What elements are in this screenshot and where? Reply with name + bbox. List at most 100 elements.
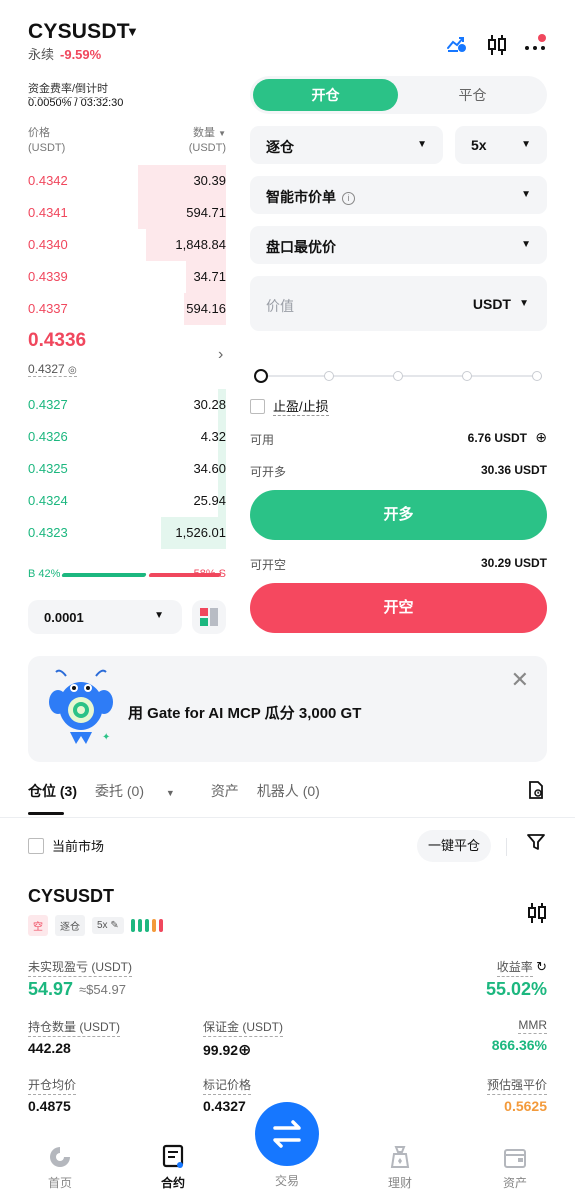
position-symbol[interactable]: CYSUSDT xyxy=(28,886,114,907)
slider-handle[interactable] xyxy=(254,369,268,383)
sell-ratio: 58% S xyxy=(193,568,226,580)
funding-label[interactable]: 资金费率/倒计时 xyxy=(28,80,109,98)
bid-row[interactable]: 0.4327 30.28 xyxy=(28,389,226,421)
leverage-select[interactable]: 5x ▼ xyxy=(455,126,547,164)
orderbook-layout-button[interactable] xyxy=(192,600,226,634)
refresh-icon[interactable]: ↻ xyxy=(536,959,547,974)
current-market-filter[interactable]: 当前市场 xyxy=(28,836,104,855)
slider-stop[interactable] xyxy=(462,371,472,381)
qty-dropdown-icon[interactable]: ▼ xyxy=(218,129,226,138)
trend-icon[interactable] xyxy=(446,34,468,59)
tab-open-position[interactable]: 开仓 xyxy=(253,79,398,111)
position-margin: 保证金 (USDT) 99.92⊕ xyxy=(203,1018,283,1060)
bid-qty: 4.32 xyxy=(200,429,226,444)
bid-row[interactable]: 0.4326 4.32 xyxy=(28,421,226,453)
position-size: 持仓数量 (USDT) 442.28 xyxy=(28,1018,120,1056)
price-change: -9.59% xyxy=(60,47,102,62)
tab-bots[interactable]: 机器人 (0) xyxy=(257,781,320,801)
margin-mode-badge: 逐仓 xyxy=(55,915,85,936)
value-input[interactable]: 价值 USDT ▼ xyxy=(250,276,547,331)
ask-row[interactable]: 0.4341 594.71 xyxy=(28,197,226,229)
edit-icon: ✎ xyxy=(110,920,119,931)
open-close-tabs: 开仓 平仓 xyxy=(250,76,547,114)
futures-icon xyxy=(133,1142,213,1170)
current-market-checkbox[interactable] xyxy=(28,837,44,854)
slider-stop[interactable] xyxy=(324,371,334,381)
ask-row[interactable]: 0.4337 594.16 xyxy=(28,293,226,325)
tab-positions[interactable]: 仓位 (3) xyxy=(28,781,77,801)
contract-type: 永续 xyxy=(28,47,55,62)
price-type-value: 盘口最优价 xyxy=(266,239,336,255)
finance-icon xyxy=(360,1142,440,1170)
entry-price: 开仓均价 0.4875 xyxy=(28,1076,77,1114)
bid-row[interactable]: 0.4324 25.94 xyxy=(28,485,226,517)
close-icon[interactable]: ✕ xyxy=(511,669,529,691)
add-circle-icon[interactable]: ⊕ xyxy=(535,429,547,446)
mark-price[interactable]: 0.4327 ◎ xyxy=(28,362,77,377)
slider-stop[interactable] xyxy=(393,371,403,381)
tpsl-checkbox[interactable] xyxy=(250,398,265,414)
orderbook-qty-header[interactable]: 数量 ▼ (USDT) xyxy=(160,126,226,156)
candlestick-icon[interactable] xyxy=(487,34,507,61)
swap-arrows-icon xyxy=(273,1120,301,1148)
candlestick-icon[interactable] xyxy=(527,902,547,929)
close-all-button[interactable]: 一键平仓 xyxy=(417,830,491,862)
add-margin-icon[interactable]: ⊕ xyxy=(238,1042,251,1059)
bid-qty: 25.94 xyxy=(193,493,226,508)
svg-text:✦: ✦ xyxy=(102,732,110,743)
nav-home[interactable]: 首页 xyxy=(20,1142,100,1191)
layout-icon xyxy=(200,608,218,626)
amount-slider[interactable] xyxy=(254,368,542,384)
bid-row[interactable]: 0.4323 1,526.01 xyxy=(28,517,226,549)
nav-trade[interactable]: 交易 xyxy=(247,1172,327,1189)
nav-futures[interactable]: 合约 xyxy=(133,1142,213,1191)
promo-banner[interactable]: ✦ 用 Gate for AI MCP 瓜分 3,000 GT ✕ xyxy=(28,656,547,762)
return-rate: 收益率 ↻ 55.02% xyxy=(486,958,547,1000)
margin-mode-select[interactable]: 逐仓 ▼ xyxy=(250,126,443,164)
nav-home-label: 首页 xyxy=(47,1176,72,1190)
symbol-dropdown-icon[interactable]: ▼ xyxy=(126,24,139,39)
open-long-button[interactable]: 开多 xyxy=(250,490,547,540)
nav-assets-label: 资产 xyxy=(502,1176,527,1190)
chevron-down-icon: ▼ xyxy=(165,788,175,798)
leverage-value: 5x xyxy=(471,137,487,153)
history-document-icon[interactable] xyxy=(526,780,546,805)
qty-header-label: 数量 xyxy=(193,127,216,139)
tab-close-position[interactable]: 平仓 xyxy=(400,79,545,111)
ask-row[interactable]: 0.4340 1,848.84 xyxy=(28,229,226,261)
qty-header-unit: (USDT) xyxy=(188,142,226,154)
chevron-down-icon: ▼ xyxy=(521,239,531,250)
ask-row[interactable]: 0.4339 34.71 xyxy=(28,261,226,293)
margin-value: 99.92 xyxy=(203,1042,239,1058)
ask-price: 0.4340 xyxy=(28,237,68,252)
leverage-badge[interactable]: 5x ✎ xyxy=(92,917,124,934)
price-type-select[interactable]: 盘口最优价 ▼ xyxy=(250,226,547,264)
pnl-approx: ≈$54.97 xyxy=(79,982,126,997)
ask-price: 0.4341 xyxy=(28,205,68,220)
symbol-title[interactable]: CYSUSDT xyxy=(28,20,130,44)
filter-icon[interactable] xyxy=(526,832,546,857)
open-short-button[interactable]: 开空 xyxy=(250,583,547,633)
precision-select[interactable]: 0.0001 ▼ xyxy=(28,600,182,634)
can-long-label: 可开多 xyxy=(250,465,287,479)
nav-assets[interactable]: 资产 xyxy=(475,1142,555,1191)
ask-qty: 594.16 xyxy=(186,301,226,316)
value-placeholder: 价值 xyxy=(266,298,294,314)
can-short-value: 30.29 USDT xyxy=(480,556,547,570)
unrealized-pnl: 未实现盈亏 (USDT) 54.97 ≈$54.97 xyxy=(28,958,132,1000)
chevron-right-icon[interactable]: › xyxy=(218,346,223,364)
tab-orders[interactable]: 委托 (0) ▼ xyxy=(95,781,193,801)
value-unit-select[interactable]: USDT xyxy=(473,296,511,312)
order-type-select[interactable]: 智能市价单 i ▼ xyxy=(250,176,547,214)
ask-row[interactable]: 0.4342 30.39 xyxy=(28,165,226,197)
tab-assets[interactable]: 资产 xyxy=(211,781,239,801)
tpsl-toggle[interactable]: 止盈/止损 xyxy=(250,396,329,416)
slider-stop[interactable] xyxy=(532,371,542,381)
more-icon[interactable] xyxy=(524,34,548,57)
bid-row[interactable]: 0.4325 34.60 xyxy=(28,453,226,485)
ask-qty: 1,848.84 xyxy=(175,237,226,252)
info-icon[interactable]: i xyxy=(342,192,355,205)
divider xyxy=(0,817,575,818)
trade-fab-button[interactable] xyxy=(255,1102,319,1166)
nav-finance[interactable]: 理财 xyxy=(360,1142,440,1191)
